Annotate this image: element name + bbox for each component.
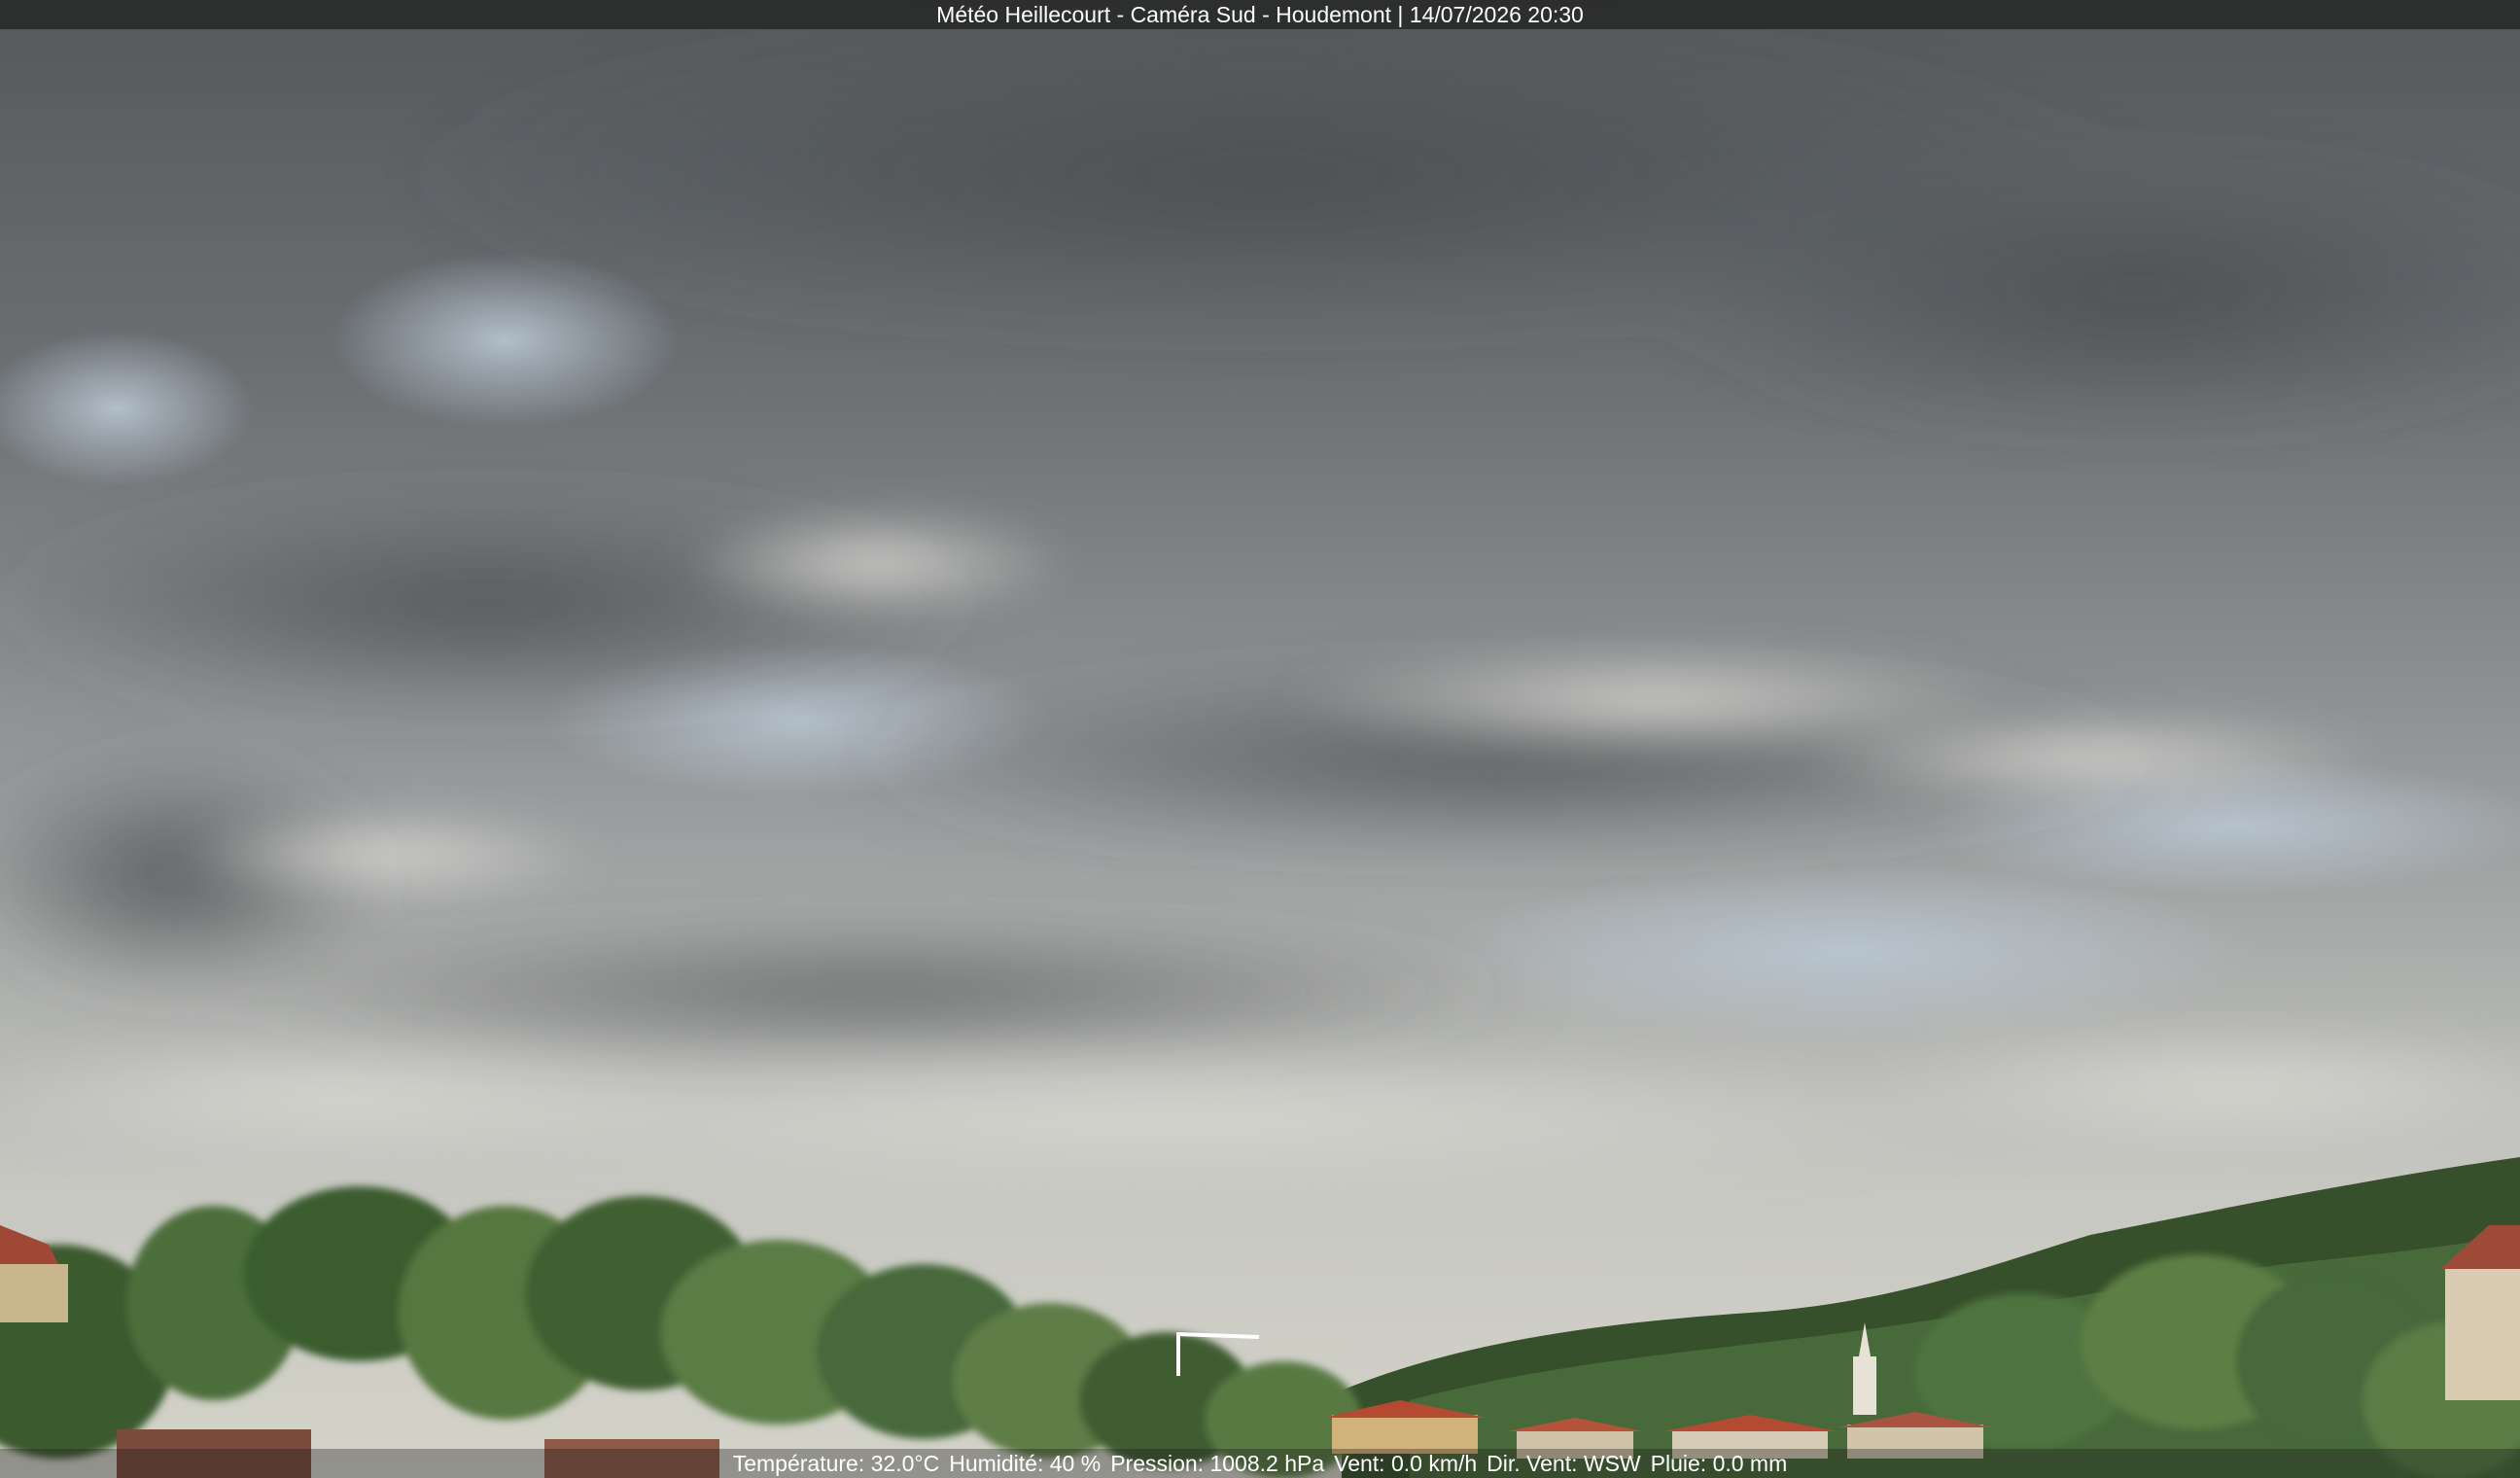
pressure-readout: Pression: 1008.2 hPa	[1110, 1451, 1325, 1476]
weather-overlay: Température: 32.0°C Humidité: 40 % Pressio…	[0, 1449, 2520, 1478]
webcam-image	[0, 0, 2520, 1478]
wind-direction-readout: Dir. Vent: WSW	[1487, 1451, 1641, 1476]
wind-speed-readout: Vent: 0.0 km/h	[1334, 1451, 1478, 1476]
webcam-frame: Météo Heillecourt - Caméra Sud - Houdemo…	[0, 0, 2520, 1478]
rain-readout: Pluie: 0.0 mm	[1650, 1451, 1788, 1476]
temperature-readout: Température: 32.0°C	[732, 1451, 940, 1476]
title-overlay: Météo Heillecourt - Caméra Sud - Houdemo…	[0, 0, 2520, 29]
humidity-readout: Humidité: 40 %	[949, 1451, 1102, 1476]
camera-title: Météo Heillecourt - Caméra Sud - Houdemo…	[936, 2, 1584, 27]
